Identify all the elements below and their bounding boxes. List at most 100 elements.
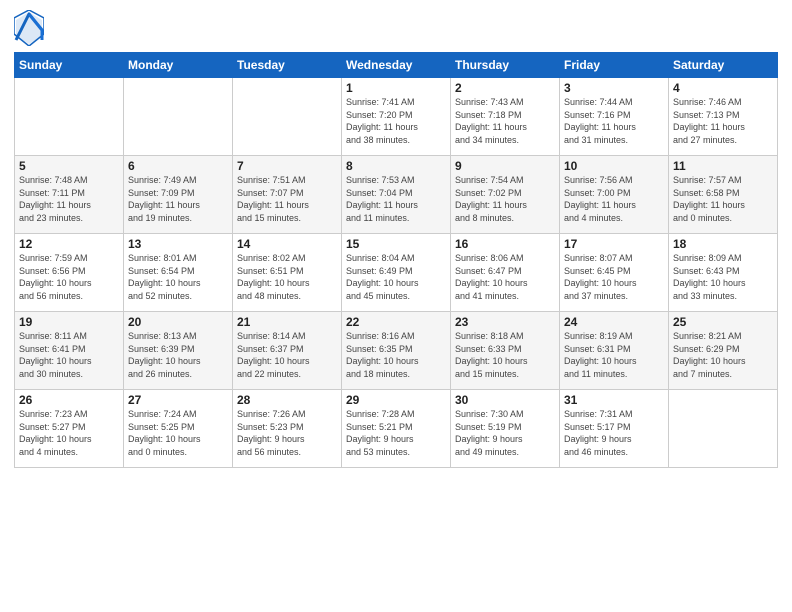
day-info: Sunrise: 7:54 AM Sunset: 7:02 PM Dayligh… [455,174,555,224]
calendar-week-row: 26Sunrise: 7:23 AM Sunset: 5:27 PM Dayli… [15,390,778,468]
day-number: 27 [128,393,228,407]
col-header-monday: Monday [124,53,233,78]
day-number: 1 [346,81,446,95]
day-number: 31 [564,393,664,407]
day-number: 2 [455,81,555,95]
day-info: Sunrise: 7:23 AM Sunset: 5:27 PM Dayligh… [19,408,119,458]
day-number: 22 [346,315,446,329]
calendar-cell: 17Sunrise: 8:07 AM Sunset: 6:45 PM Dayli… [560,234,669,312]
calendar-cell: 8Sunrise: 7:53 AM Sunset: 7:04 PM Daylig… [342,156,451,234]
day-number: 28 [237,393,337,407]
logo [14,10,46,46]
day-number: 25 [673,315,773,329]
calendar-week-row: 1Sunrise: 7:41 AM Sunset: 7:20 PM Daylig… [15,78,778,156]
col-header-friday: Friday [560,53,669,78]
day-number: 12 [19,237,119,251]
col-header-wednesday: Wednesday [342,53,451,78]
calendar-cell: 3Sunrise: 7:44 AM Sunset: 7:16 PM Daylig… [560,78,669,156]
day-info: Sunrise: 7:30 AM Sunset: 5:19 PM Dayligh… [455,408,555,458]
calendar-cell: 1Sunrise: 7:41 AM Sunset: 7:20 PM Daylig… [342,78,451,156]
day-info: Sunrise: 8:09 AM Sunset: 6:43 PM Dayligh… [673,252,773,302]
calendar-cell: 28Sunrise: 7:26 AM Sunset: 5:23 PM Dayli… [233,390,342,468]
day-number: 29 [346,393,446,407]
day-number: 18 [673,237,773,251]
calendar-cell: 26Sunrise: 7:23 AM Sunset: 5:27 PM Dayli… [15,390,124,468]
day-info: Sunrise: 8:21 AM Sunset: 6:29 PM Dayligh… [673,330,773,380]
calendar-header-row: SundayMondayTuesdayWednesdayThursdayFrid… [15,53,778,78]
calendar-table: SundayMondayTuesdayWednesdayThursdayFrid… [14,52,778,468]
calendar-cell: 21Sunrise: 8:14 AM Sunset: 6:37 PM Dayli… [233,312,342,390]
calendar-cell: 24Sunrise: 8:19 AM Sunset: 6:31 PM Dayli… [560,312,669,390]
calendar-cell: 22Sunrise: 8:16 AM Sunset: 6:35 PM Dayli… [342,312,451,390]
calendar-cell: 15Sunrise: 8:04 AM Sunset: 6:49 PM Dayli… [342,234,451,312]
calendar-cell: 14Sunrise: 8:02 AM Sunset: 6:51 PM Dayli… [233,234,342,312]
day-info: Sunrise: 8:18 AM Sunset: 6:33 PM Dayligh… [455,330,555,380]
day-info: Sunrise: 8:16 AM Sunset: 6:35 PM Dayligh… [346,330,446,380]
day-info: Sunrise: 8:07 AM Sunset: 6:45 PM Dayligh… [564,252,664,302]
day-number: 9 [455,159,555,173]
day-info: Sunrise: 7:53 AM Sunset: 7:04 PM Dayligh… [346,174,446,224]
day-number: 3 [564,81,664,95]
calendar-cell [669,390,778,468]
col-header-saturday: Saturday [669,53,778,78]
calendar-cell: 9Sunrise: 7:54 AM Sunset: 7:02 PM Daylig… [451,156,560,234]
day-info: Sunrise: 8:04 AM Sunset: 6:49 PM Dayligh… [346,252,446,302]
calendar-cell: 20Sunrise: 8:13 AM Sunset: 6:39 PM Dayli… [124,312,233,390]
day-info: Sunrise: 7:56 AM Sunset: 7:00 PM Dayligh… [564,174,664,224]
day-info: Sunrise: 7:48 AM Sunset: 7:11 PM Dayligh… [19,174,119,224]
day-number: 30 [455,393,555,407]
day-number: 4 [673,81,773,95]
day-info: Sunrise: 7:49 AM Sunset: 7:09 PM Dayligh… [128,174,228,224]
calendar-cell: 23Sunrise: 8:18 AM Sunset: 6:33 PM Dayli… [451,312,560,390]
day-info: Sunrise: 7:26 AM Sunset: 5:23 PM Dayligh… [237,408,337,458]
calendar-week-row: 12Sunrise: 7:59 AM Sunset: 6:56 PM Dayli… [15,234,778,312]
day-info: Sunrise: 8:02 AM Sunset: 6:51 PM Dayligh… [237,252,337,302]
day-number: 16 [455,237,555,251]
day-number: 21 [237,315,337,329]
calendar-cell: 12Sunrise: 7:59 AM Sunset: 6:56 PM Dayli… [15,234,124,312]
calendar-week-row: 19Sunrise: 8:11 AM Sunset: 6:41 PM Dayli… [15,312,778,390]
calendar-cell: 16Sunrise: 8:06 AM Sunset: 6:47 PM Dayli… [451,234,560,312]
day-number: 10 [564,159,664,173]
day-number: 8 [346,159,446,173]
day-info: Sunrise: 7:51 AM Sunset: 7:07 PM Dayligh… [237,174,337,224]
day-info: Sunrise: 8:19 AM Sunset: 6:31 PM Dayligh… [564,330,664,380]
day-number: 14 [237,237,337,251]
col-header-sunday: Sunday [15,53,124,78]
day-info: Sunrise: 7:24 AM Sunset: 5:25 PM Dayligh… [128,408,228,458]
day-number: 11 [673,159,773,173]
day-info: Sunrise: 7:43 AM Sunset: 7:18 PM Dayligh… [455,96,555,146]
calendar-cell [124,78,233,156]
calendar-cell: 18Sunrise: 8:09 AM Sunset: 6:43 PM Dayli… [669,234,778,312]
day-number: 19 [19,315,119,329]
calendar-cell: 4Sunrise: 7:46 AM Sunset: 7:13 PM Daylig… [669,78,778,156]
day-number: 15 [346,237,446,251]
day-info: Sunrise: 7:41 AM Sunset: 7:20 PM Dayligh… [346,96,446,146]
col-header-thursday: Thursday [451,53,560,78]
day-info: Sunrise: 8:11 AM Sunset: 6:41 PM Dayligh… [19,330,119,380]
col-header-tuesday: Tuesday [233,53,342,78]
calendar-week-row: 5Sunrise: 7:48 AM Sunset: 7:11 PM Daylig… [15,156,778,234]
day-number: 5 [19,159,119,173]
calendar-cell: 13Sunrise: 8:01 AM Sunset: 6:54 PM Dayli… [124,234,233,312]
day-number: 26 [19,393,119,407]
calendar-cell: 11Sunrise: 7:57 AM Sunset: 6:58 PM Dayli… [669,156,778,234]
day-number: 20 [128,315,228,329]
calendar-cell: 25Sunrise: 8:21 AM Sunset: 6:29 PM Dayli… [669,312,778,390]
day-info: Sunrise: 7:28 AM Sunset: 5:21 PM Dayligh… [346,408,446,458]
calendar-cell: 30Sunrise: 7:30 AM Sunset: 5:19 PM Dayli… [451,390,560,468]
day-info: Sunrise: 7:57 AM Sunset: 6:58 PM Dayligh… [673,174,773,224]
calendar-cell [15,78,124,156]
calendar-cell: 5Sunrise: 7:48 AM Sunset: 7:11 PM Daylig… [15,156,124,234]
day-number: 13 [128,237,228,251]
calendar-cell: 27Sunrise: 7:24 AM Sunset: 5:25 PM Dayli… [124,390,233,468]
calendar-cell: 31Sunrise: 7:31 AM Sunset: 5:17 PM Dayli… [560,390,669,468]
calendar-cell: 29Sunrise: 7:28 AM Sunset: 5:21 PM Dayli… [342,390,451,468]
day-info: Sunrise: 8:01 AM Sunset: 6:54 PM Dayligh… [128,252,228,302]
day-info: Sunrise: 8:14 AM Sunset: 6:37 PM Dayligh… [237,330,337,380]
day-number: 24 [564,315,664,329]
calendar-cell: 2Sunrise: 7:43 AM Sunset: 7:18 PM Daylig… [451,78,560,156]
day-number: 23 [455,315,555,329]
calendar-cell: 10Sunrise: 7:56 AM Sunset: 7:00 PM Dayli… [560,156,669,234]
day-info: Sunrise: 7:46 AM Sunset: 7:13 PM Dayligh… [673,96,773,146]
